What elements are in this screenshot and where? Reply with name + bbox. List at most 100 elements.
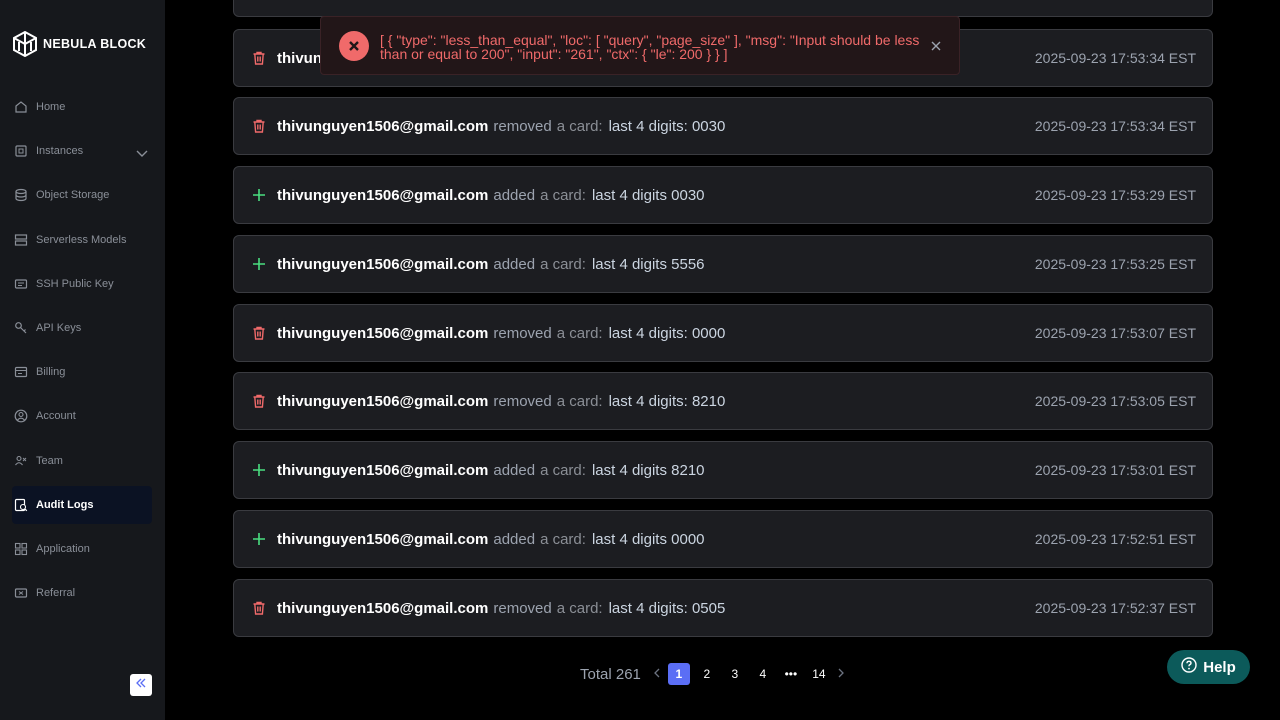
- trash-icon: [251, 325, 267, 341]
- pagination: Total 261 1 2 3 4 ••• 14: [580, 663, 849, 685]
- brand-logo[interactable]: NEBULA BLOCK: [13, 31, 146, 57]
- log-subject: a card:: [540, 461, 586, 479]
- log-action: added: [493, 255, 536, 273]
- help-circle-icon: [1181, 656, 1197, 678]
- page-button[interactable]: 4: [752, 663, 774, 685]
- key-card-icon: [14, 277, 28, 291]
- log-timestamp: 2025-09-23 17:53:01 EST: [1034, 462, 1196, 478]
- log-action: removed: [493, 324, 552, 342]
- trash-icon: [251, 118, 267, 134]
- close-icon[interactable]: [928, 38, 944, 54]
- help-label: Help: [1203, 658, 1236, 676]
- log-detail: last 4 digits: 8210: [608, 392, 726, 410]
- sidebar-item-account[interactable]: Account: [12, 397, 152, 435]
- log-timestamp: 2025-09-23 17:53:25 EST: [1034, 256, 1196, 272]
- billing-icon: [14, 365, 28, 379]
- apps-icon: [14, 542, 28, 556]
- trash-icon: [251, 393, 267, 409]
- log-action: removed: [493, 392, 552, 410]
- log-subject: a card:: [556, 599, 603, 617]
- log-timestamp: 2025-09-23 17:53:05 EST: [1034, 393, 1196, 409]
- audit-log-row: thivunguyen1506@gmail.com added a card: …: [233, 166, 1213, 224]
- sidebar-item-team[interactable]: Team: [12, 442, 152, 480]
- sidebar-item-home[interactable]: Home: [12, 88, 152, 126]
- log-subject: a card:: [556, 324, 603, 342]
- sidebar-item-billing[interactable]: Billing: [12, 353, 152, 391]
- log-action: removed: [493, 117, 552, 135]
- log-user-email: thivunguyen1506@gmail.com: [277, 599, 489, 617]
- next-page-button[interactable]: [833, 663, 849, 685]
- audit-log-row: thivunguyen1506@gmail.com added a card: …: [233, 235, 1213, 293]
- audit-log-row: thivunguyen1506@gmail.com removed a card…: [233, 97, 1213, 155]
- sidebar-item-serverless-models[interactable]: Serverless Models: [12, 221, 152, 259]
- log-timestamp: 2025-09-23 17:53:29 EST: [1034, 187, 1196, 203]
- log-user-email: thivunguyen1506@gmail.com: [277, 255, 489, 273]
- sidebar-item-label: Audit Logs: [36, 499, 94, 511]
- sidebar-item-label: Object Storage: [36, 189, 110, 201]
- sidebar-item-label: API Keys: [36, 322, 82, 334]
- log-timestamp: 2025-09-23 17:53:34 EST: [1034, 118, 1196, 134]
- sidebar-item-label: Instances: [36, 145, 84, 157]
- sidebar-item-label: Billing: [36, 366, 66, 378]
- log-action: added: [493, 530, 536, 548]
- page-button[interactable]: 1: [667, 663, 690, 685]
- sidebar-item-object-storage[interactable]: Object Storage: [12, 176, 152, 214]
- more-pages-button[interactable]: •••: [780, 663, 802, 685]
- page-button[interactable]: 3: [724, 663, 746, 685]
- log-subject: a card:: [556, 117, 603, 135]
- log-user-email: thivunguyen1506@gmail.com: [277, 324, 489, 342]
- sidebar-item-audit-logs[interactable]: Audit Logs: [12, 486, 152, 524]
- collapse-sidebar-button[interactable]: [130, 674, 152, 696]
- cpu-icon: [14, 144, 28, 158]
- double-chevron-left-icon: [135, 676, 147, 694]
- brand-name: NEBULA BLOCK: [43, 37, 147, 51]
- sidebar-item-api-keys[interactable]: API Keys: [12, 309, 152, 347]
- sidebar-item-label: Application: [36, 543, 90, 555]
- home-icon: [14, 100, 28, 114]
- plus-icon: [251, 462, 267, 478]
- plus-icon: [251, 256, 267, 272]
- audit-log-row: thivunguyen1506@gmail.com removed a card…: [233, 304, 1213, 362]
- log-action: added: [493, 186, 536, 204]
- log-timestamp: 2025-09-23 17:53:07 EST: [1034, 325, 1196, 341]
- referral-icon: [14, 586, 28, 600]
- sidebar-item-label: Referral: [36, 587, 76, 599]
- log-action: removed: [493, 599, 552, 617]
- error-message: [ { "type": "less_than_equal", "loc": [ …: [380, 32, 920, 62]
- log-user-email: thivunguyen1506@gmail.com: [277, 461, 489, 479]
- sidebar-item-referral[interactable]: Referral: [12, 574, 152, 612]
- server-icon: [14, 233, 28, 247]
- chevron-down-icon[interactable]: [136, 145, 148, 163]
- audit-log-row: thivunguyen1506@gmail.com removed a card…: [233, 372, 1213, 430]
- sidebar-item-label: Home: [36, 101, 66, 113]
- help-button[interactable]: Help: [1167, 650, 1250, 684]
- audit-log-row: 2025-09-23 17:53:34 EST: [233, 0, 1213, 17]
- error-icon: [339, 31, 369, 61]
- log-detail: last 4 digits 5556: [591, 255, 705, 273]
- log-subject: a card:: [540, 186, 586, 204]
- log-timestamp: 2025-09-23 17:52:37 EST: [1034, 600, 1196, 616]
- audit-log-row: thivunguyen1506@gmail.com removed a card…: [233, 579, 1213, 637]
- audit-log-row: thivunguyen1506@gmail.com added a card: …: [233, 510, 1213, 568]
- trash-icon: [251, 50, 267, 66]
- sidebar-item-label: Serverless Models: [36, 234, 127, 246]
- sidebar-item-application[interactable]: Application: [12, 530, 152, 568]
- page-button[interactable]: 14: [808, 663, 830, 685]
- plus-icon: [251, 187, 267, 203]
- log-detail: last 4 digits 0030: [591, 186, 705, 204]
- sidebar-item-instances[interactable]: Instances: [12, 132, 152, 170]
- log-detail: last 4 digits: 0000: [608, 324, 726, 342]
- log-timestamp: 2025-09-23 17:53:34 EST: [1034, 50, 1196, 66]
- sidebar-item-label: Team: [36, 455, 63, 467]
- prev-page-button[interactable]: [649, 663, 665, 685]
- audit-icon: [14, 498, 28, 512]
- chevron-left-icon: [653, 665, 661, 683]
- database-icon: [14, 188, 28, 202]
- chevron-right-icon: [837, 665, 845, 683]
- log-user-email: thivunguyen1506@gmail.com: [277, 392, 489, 410]
- log-timestamp: 2025-09-23 17:52:51 EST: [1034, 531, 1196, 547]
- error-toast: [ { "type": "less_than_equal", "loc": [ …: [320, 16, 960, 75]
- sidebar-item-ssh-public-key[interactable]: SSH Public Key: [12, 265, 152, 303]
- page-button[interactable]: 2: [696, 663, 718, 685]
- log-detail: last 4 digits: 0505: [608, 599, 726, 617]
